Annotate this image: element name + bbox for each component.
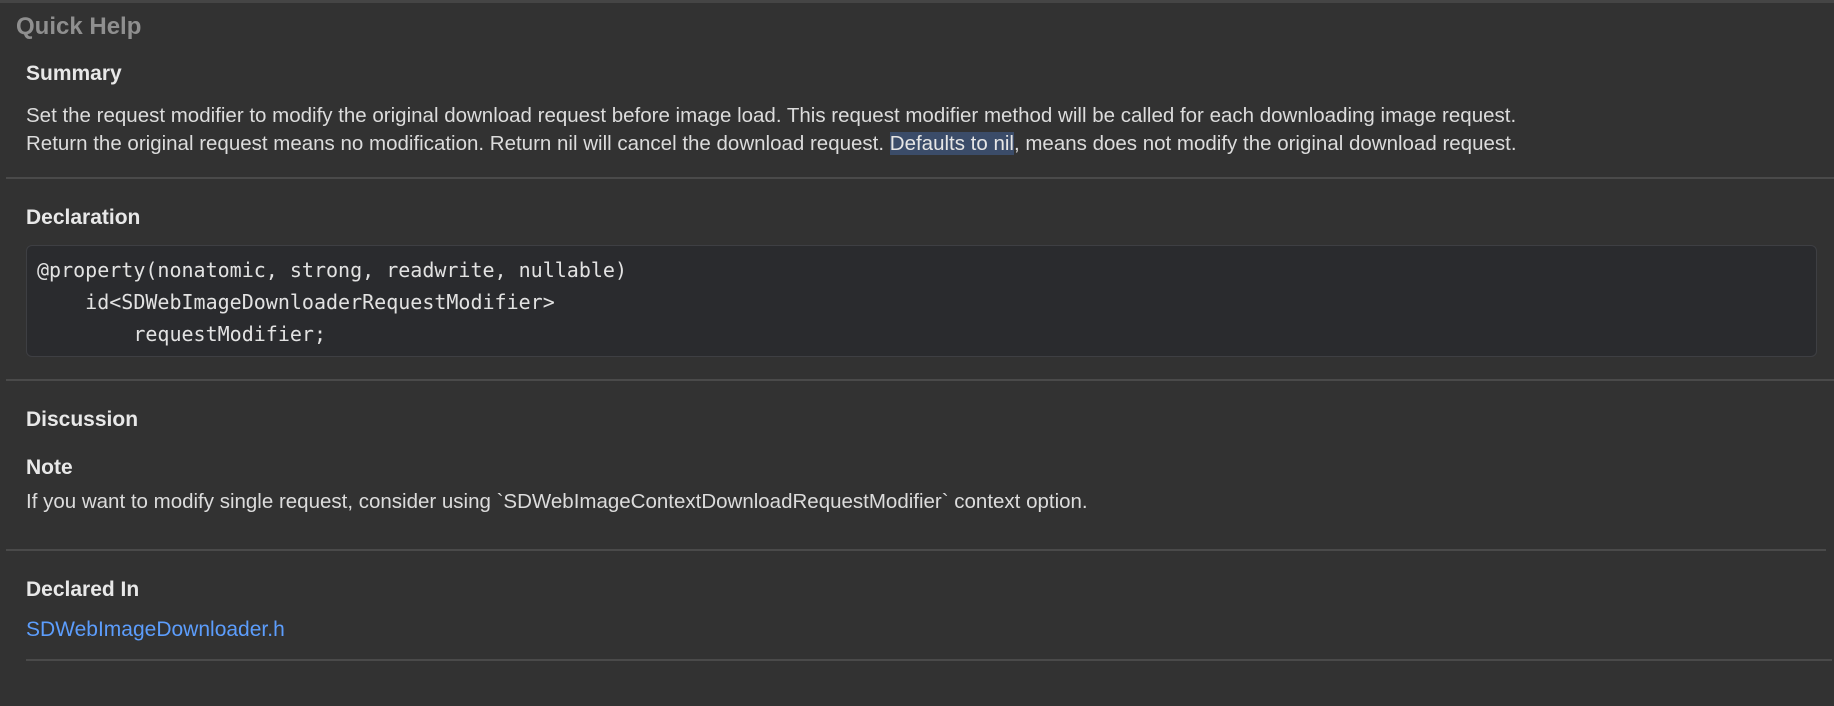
header-file-link[interactable]: SDWebImageDownloader.h xyxy=(26,616,1834,644)
summary-text-segment: Return the original request means no mod… xyxy=(26,132,890,155)
code-line: requestModifier; xyxy=(37,322,326,346)
discussion-section: Discussion Note If you want to modify si… xyxy=(26,406,1834,516)
note-heading: Note xyxy=(26,456,73,479)
declared-in-heading: Declared In xyxy=(26,578,140,601)
section-divider xyxy=(6,549,1826,551)
selected-text-highlight[interactable]: Defaults to nil xyxy=(889,132,1014,155)
summary-heading: Summary xyxy=(26,62,122,85)
section-divider xyxy=(6,379,1834,381)
section-divider xyxy=(6,177,1834,179)
declaration-code-block[interactable]: @property(nonatomic, strong, readwrite, … xyxy=(26,245,1817,357)
panel-title: Quick Help xyxy=(16,13,142,40)
declared-in-section: Declared In SDWebImageDownloader.h xyxy=(26,576,1834,644)
declaration-heading: Declaration xyxy=(26,206,141,229)
summary-text-line-2: Return the original request means no mod… xyxy=(26,130,1834,158)
section-divider xyxy=(26,659,1832,661)
summary-text-segment: , means does not modify the original dow… xyxy=(1013,132,1517,155)
discussion-heading: Discussion xyxy=(26,408,139,431)
code-line: id<SDWebImageDownloaderRequestModifier> xyxy=(37,290,555,314)
declaration-section: Declaration xyxy=(26,204,1834,232)
panel-top-border xyxy=(0,0,1834,3)
summary-section: Summary Set the request modifier to modi… xyxy=(26,60,1834,158)
summary-text-line-1: Set the request modifier to modify the o… xyxy=(26,104,1517,127)
code-line: @property(nonatomic, strong, readwrite, … xyxy=(37,258,628,282)
note-text: If you want to modify single request, co… xyxy=(26,490,1088,513)
